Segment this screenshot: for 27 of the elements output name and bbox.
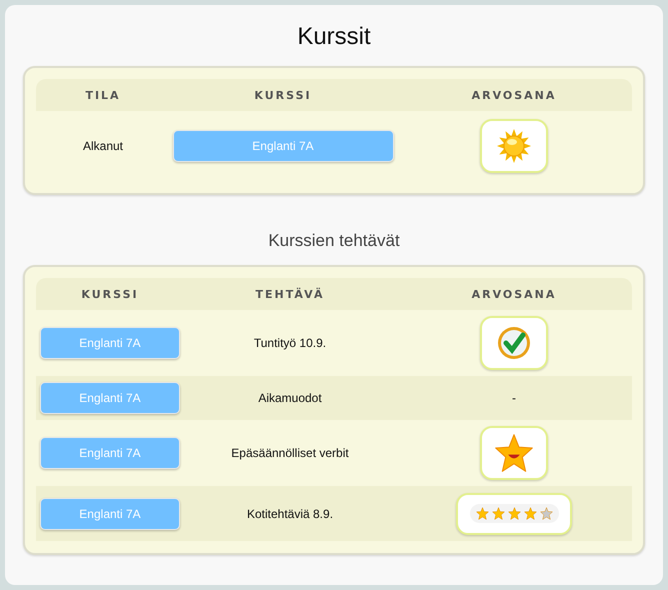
sun-icon bbox=[496, 128, 532, 164]
task-name: Tuntityö 10.9. bbox=[254, 336, 326, 350]
star-icon bbox=[476, 507, 488, 520]
course-button[interactable]: Englanti 7A bbox=[40, 382, 180, 414]
course-button[interactable]: Englanti 7A bbox=[40, 437, 180, 469]
page-title: Kurssit bbox=[296, 23, 372, 51]
column-header: KURSSI bbox=[170, 79, 396, 111]
status-text: Alkanut bbox=[82, 139, 124, 153]
task-name: Aikamuodot bbox=[258, 391, 322, 405]
star-icon bbox=[524, 507, 536, 520]
grade-text: - bbox=[512, 391, 516, 405]
star-icon bbox=[508, 507, 520, 520]
course-button[interactable]: Englanti 7A bbox=[40, 498, 180, 530]
task-name: Kotitehtäviä 8.9. bbox=[246, 506, 334, 520]
course-button[interactable]: Englanti 7A bbox=[40, 327, 180, 359]
column-header: ARVOSANA bbox=[396, 278, 632, 310]
column-header: ARVOSANA bbox=[396, 79, 632, 111]
task-name: Epäsäännölliset verbit bbox=[231, 446, 349, 460]
column-header: KURSSI bbox=[36, 278, 184, 310]
star-icon bbox=[492, 507, 504, 520]
column-header: TILA bbox=[36, 79, 170, 111]
column-header: TEHTÄVÄ bbox=[184, 278, 396, 310]
star-icon bbox=[540, 507, 552, 520]
smiling-star-icon bbox=[494, 433, 534, 473]
section-title: Kurssien tehtävät bbox=[267, 231, 401, 251]
check-medal-icon bbox=[496, 325, 532, 361]
course-button[interactable]: Englanti 7A bbox=[172, 130, 394, 162]
